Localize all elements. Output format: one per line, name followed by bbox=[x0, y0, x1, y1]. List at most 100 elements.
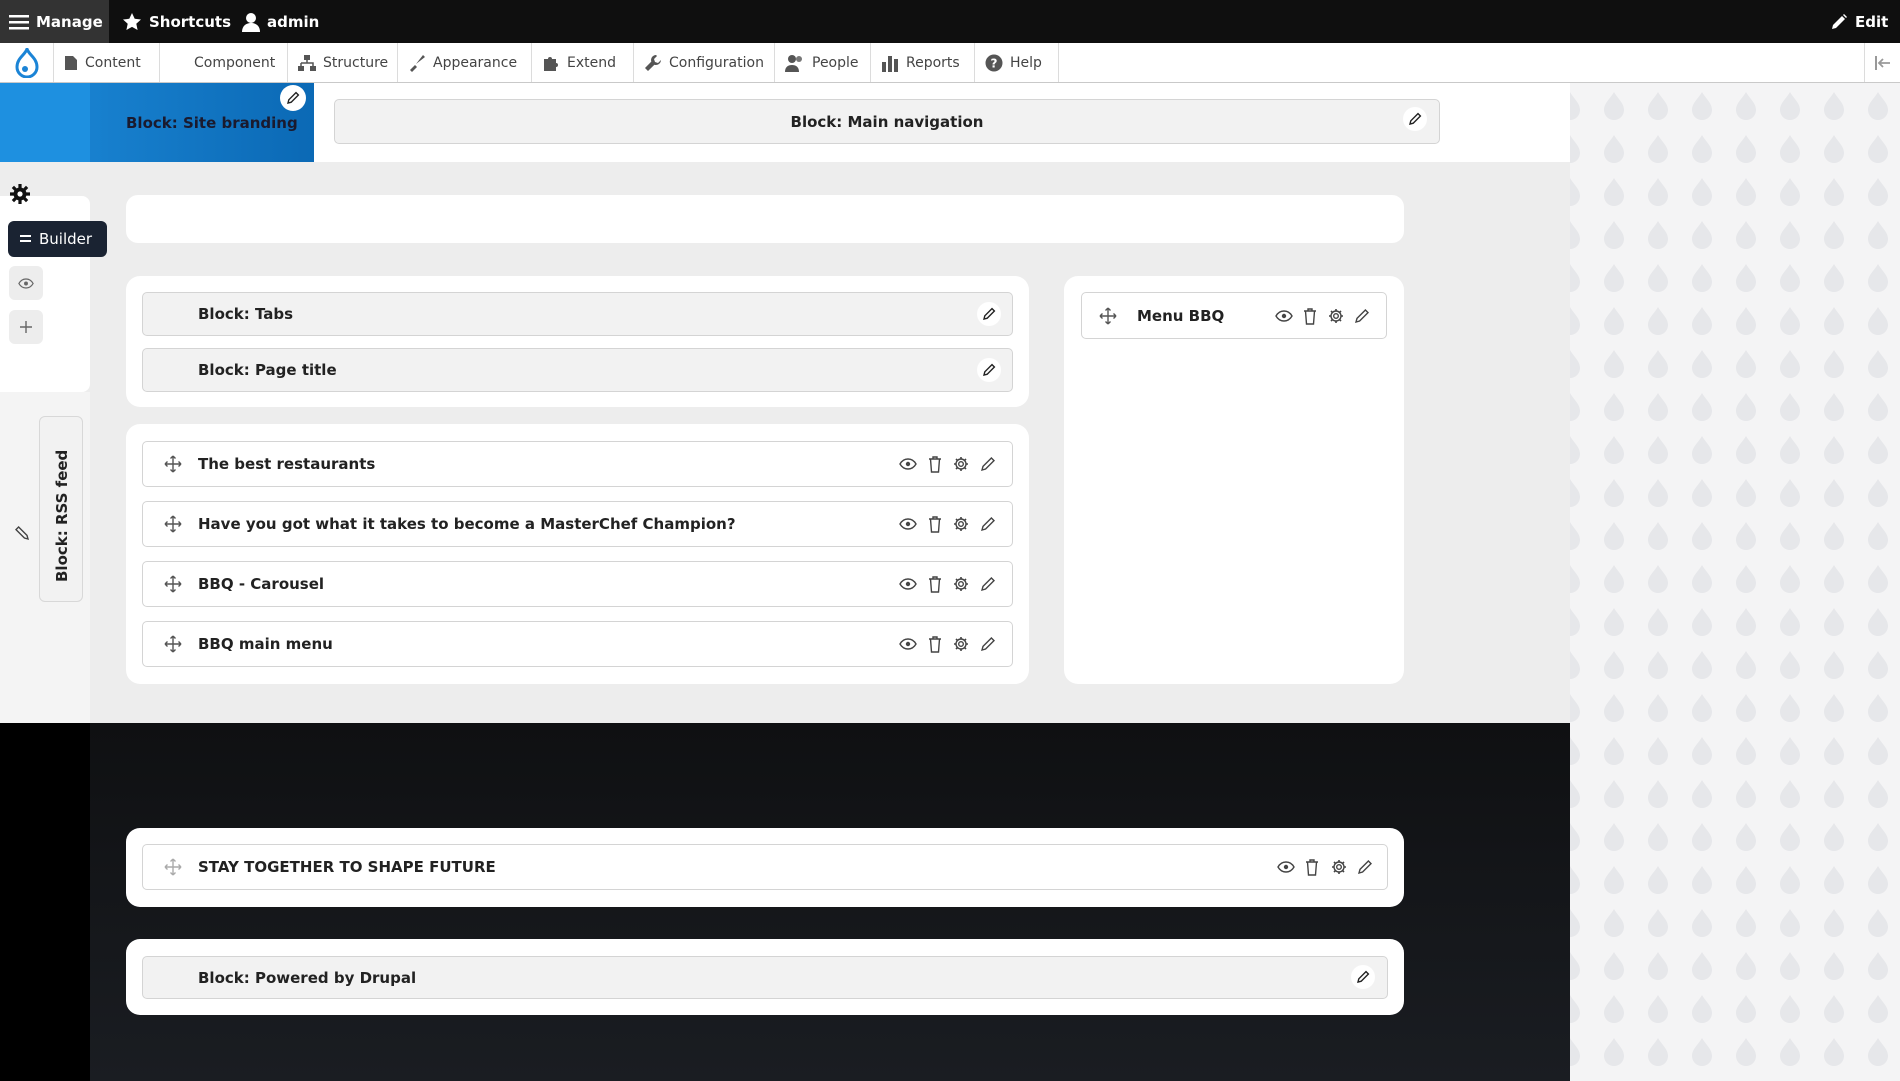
toolbar-item-people[interactable]: People bbox=[775, 43, 871, 82]
pencil-icon[interactable] bbox=[1352, 306, 1372, 326]
block-row-bbq-main-menu[interactable]: BBQ main menu bbox=[142, 621, 1013, 667]
user-button[interactable]: admin bbox=[233, 0, 328, 43]
block-row-best-restaurants[interactable]: The best restaurants bbox=[142, 441, 1013, 487]
toolbar-item-label: Component bbox=[194, 54, 276, 71]
edit-main-navigation-button[interactable] bbox=[1403, 107, 1427, 131]
file-icon bbox=[64, 55, 78, 71]
block-label: Block: Main navigation bbox=[790, 112, 984, 131]
manage-button[interactable]: Manage bbox=[0, 0, 109, 43]
block-label: BBQ main menu bbox=[198, 635, 333, 653]
help-icon: ? bbox=[985, 54, 1003, 72]
eye-icon bbox=[18, 277, 34, 289]
trash-icon[interactable] bbox=[1300, 306, 1320, 326]
layout-builder-canvas: Block: Site branding Block: Main navigat… bbox=[0, 83, 1570, 1081]
edit-button[interactable]: Edit bbox=[1821, 0, 1897, 43]
toolbar-item-configuration[interactable]: Configuration bbox=[634, 43, 775, 82]
gear-icon[interactable] bbox=[951, 634, 971, 654]
rss-feed-block[interactable]: Block: RSS feed bbox=[15, 416, 83, 602]
drupal-drop-icon bbox=[14, 47, 40, 78]
block-label: The best restaurants bbox=[198, 455, 376, 473]
powered-by-drupal-block[interactable]: Block: Powered by Drupal bbox=[142, 956, 1388, 999]
toolbar-item-label: Appearance bbox=[433, 54, 518, 71]
toolbar-item-extend[interactable]: Extend bbox=[532, 43, 634, 82]
menu-bbq-block[interactable]: Menu BBQ bbox=[1081, 292, 1387, 339]
pencil-icon[interactable] bbox=[978, 634, 998, 654]
block-label: Block: Page title bbox=[198, 361, 337, 379]
drupal-logo-link[interactable] bbox=[0, 43, 54, 82]
pencil-icon[interactable] bbox=[1355, 857, 1375, 877]
block-row-bbq-carousel[interactable]: BBQ - Carousel bbox=[142, 561, 1013, 607]
block-row-masterchef[interactable]: Have you got what it takes to become a M… bbox=[142, 501, 1013, 547]
toolbar-item-component[interactable]: Component bbox=[160, 43, 288, 82]
drag-handle-icon[interactable] bbox=[163, 857, 183, 877]
settings-gear-icon[interactable] bbox=[9, 183, 31, 205]
user-label: admin bbox=[267, 12, 320, 31]
edit-label: Edit bbox=[1855, 12, 1889, 31]
pencil-icon bbox=[1356, 970, 1370, 984]
pencil-icon bbox=[982, 363, 996, 377]
edit-page-title-button[interactable] bbox=[977, 358, 1001, 382]
gear-icon[interactable] bbox=[1326, 306, 1346, 326]
edit-powered-by-button[interactable] bbox=[1351, 965, 1375, 989]
structure-icon bbox=[298, 54, 316, 71]
tabs-block[interactable]: Block: Tabs bbox=[142, 292, 1013, 336]
edit-tabs-button[interactable] bbox=[977, 302, 1001, 326]
main-navigation-block[interactable]: Block: Main navigation bbox=[334, 99, 1440, 144]
pencil-icon[interactable] bbox=[978, 574, 998, 594]
drag-handle-icon[interactable] bbox=[163, 634, 183, 654]
drag-handle-icon[interactable] bbox=[163, 574, 183, 594]
stay-together-block[interactable]: STAY TOGETHER TO SHAPE FUTURE bbox=[142, 844, 1388, 890]
builder-button[interactable]: Builder bbox=[8, 221, 107, 257]
header-left-strip bbox=[0, 83, 90, 162]
gear-icon[interactable] bbox=[951, 574, 971, 594]
shortcuts-button[interactable]: Shortcuts bbox=[113, 0, 240, 43]
toolbar-item-label: People bbox=[812, 54, 859, 71]
manage-label: Manage bbox=[36, 12, 103, 31]
block-label: STAY TOGETHER TO SHAPE FUTURE bbox=[198, 858, 496, 876]
toolbar-item-label: Structure bbox=[323, 54, 389, 71]
hamburger-icon bbox=[9, 14, 29, 30]
gear-icon[interactable] bbox=[951, 454, 971, 474]
preview-toggle-button[interactable] bbox=[9, 266, 43, 300]
toolbar-item-help[interactable]: ? Help bbox=[975, 43, 1059, 82]
trash-icon[interactable] bbox=[925, 574, 945, 594]
eye-icon[interactable] bbox=[898, 634, 918, 654]
trash-icon[interactable] bbox=[925, 634, 945, 654]
pencil-icon[interactable] bbox=[978, 454, 998, 474]
toolbar-item-label: Extend bbox=[567, 54, 616, 71]
trash-icon[interactable] bbox=[925, 514, 945, 534]
pencil-icon bbox=[1408, 112, 1422, 126]
toolbar-item-label: Configuration bbox=[669, 54, 764, 71]
trash-icon[interactable] bbox=[1302, 857, 1322, 877]
footer-region: STAY TOGETHER TO SHAPE FUTURE Block: Pow… bbox=[0, 723, 1570, 1081]
background-pattern bbox=[1570, 83, 1900, 1081]
trash-icon[interactable] bbox=[925, 454, 945, 474]
builder-label: Builder bbox=[39, 230, 93, 248]
eye-icon[interactable] bbox=[898, 514, 918, 534]
toolbar-item-label: Reports bbox=[906, 54, 960, 71]
pencil-icon[interactable] bbox=[12, 523, 32, 543]
gear-icon[interactable] bbox=[1329, 857, 1349, 877]
toolbar-item-content[interactable]: Content bbox=[54, 43, 160, 82]
page-title-block[interactable]: Block: Page title bbox=[142, 348, 1013, 392]
eye-icon[interactable] bbox=[898, 454, 918, 474]
toolbar-item-label: Help bbox=[1010, 54, 1042, 71]
toolbar-item-appearance[interactable]: Appearance bbox=[398, 43, 532, 82]
wrench-icon bbox=[644, 54, 662, 72]
site-branding-block[interactable]: Block: Site branding bbox=[126, 103, 298, 143]
shortcuts-label: Shortcuts bbox=[149, 12, 232, 31]
drag-handle-icon[interactable] bbox=[163, 454, 183, 474]
add-block-button[interactable] bbox=[9, 310, 43, 344]
gear-icon[interactable] bbox=[951, 514, 971, 534]
toolbar-orientation-toggle[interactable] bbox=[1864, 43, 1900, 82]
eye-icon[interactable] bbox=[1276, 857, 1296, 877]
eye-icon[interactable] bbox=[1274, 306, 1294, 326]
toolbar-item-reports[interactable]: Reports bbox=[871, 43, 975, 82]
drag-handle-icon[interactable] bbox=[1098, 306, 1118, 326]
block-label: BBQ - Carousel bbox=[198, 575, 325, 593]
pencil-icon[interactable] bbox=[978, 514, 998, 534]
drag-handle-icon[interactable] bbox=[163, 514, 183, 534]
toolbar-item-structure[interactable]: Structure bbox=[288, 43, 398, 82]
edit-site-branding-button[interactable] bbox=[280, 85, 306, 111]
eye-icon[interactable] bbox=[898, 574, 918, 594]
